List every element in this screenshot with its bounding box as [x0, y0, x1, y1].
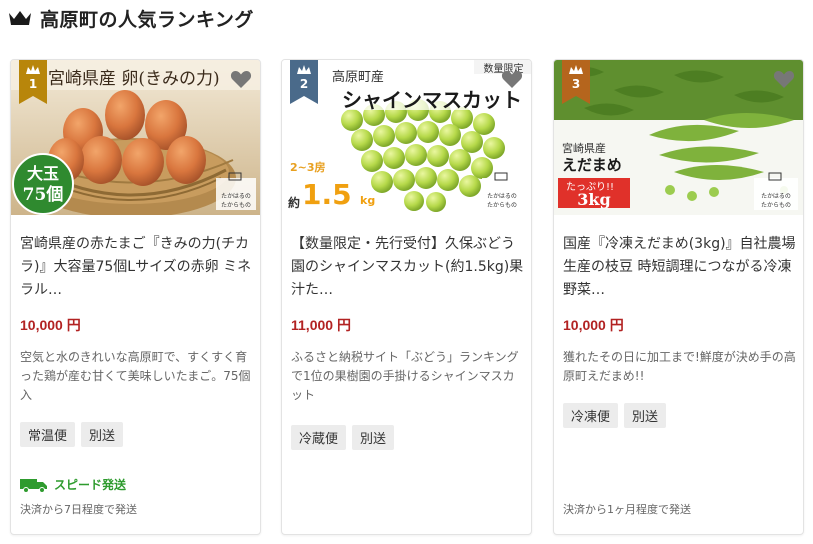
grapes-weight-prefix: 約: [288, 196, 301, 210]
eggs-banner-text: 州宮崎県産 卵(きみの力): [31, 69, 220, 89]
shipping-tags: 冷凍便 別送: [563, 403, 667, 428]
tag-temperature: 冷蔵便: [291, 425, 347, 450]
grapes-weight-range: 2~3房: [290, 161, 326, 174]
product-title[interactable]: 国産『冷凍えだまめ(3kg)』自社農場生産の枝豆 時短調理につながる冷凍野菜…: [563, 233, 798, 302]
favorite-heart-icon[interactable]: [230, 69, 252, 89]
grapes-name-text: シャインマスカット: [342, 88, 522, 112]
truck-icon: [20, 478, 47, 493]
product-description: ふるさと納税サイト「ぶどう」ランキングで1位の果樹園の手掛けるシャインマスカット: [291, 350, 519, 402]
rank-number: 3: [571, 77, 581, 91]
rank-badge-3: 3: [562, 60, 590, 104]
grapes-weight-unit: kg: [360, 194, 376, 207]
product-price: 11,000 円: [291, 317, 351, 333]
shipping-tags: 常温便 別送: [20, 422, 124, 447]
product-card-2[interactable]: 数量限定 高原町産 シャインマスカット 2~3房 約 1.5 kg たかはるの …: [281, 59, 532, 535]
product-card-3[interactable]: 宮崎県産 えだまめ たっぷり!! 3kg たかはるの たからもの 3 国産『冷凍…: [553, 59, 804, 535]
eggs-size-badge-line2: 75個: [22, 185, 64, 205]
edamame-logo-line1: たかはるの: [761, 193, 791, 200]
tag-separate: 別送: [624, 403, 667, 428]
grapes-origin-text: 高原町産: [332, 70, 385, 85]
rank-badge-2: 2: [290, 60, 318, 104]
grapes-logo-line2: たからもの: [486, 202, 517, 209]
tag-temperature: 常温便: [20, 422, 76, 447]
ranking-cards: 州宮崎県産 卵(きみの力) 大玉 75個 たかはるの たからもの 1 宮崎県産の…: [10, 59, 805, 535]
grapes-logo-line1: たかはるの: [487, 193, 517, 200]
eggs-logo-line2: たからもの: [220, 202, 251, 209]
edamame-logo-line2: たからもの: [760, 202, 791, 209]
edamame-name-text: えだまめ: [562, 156, 622, 174]
product-card-1[interactable]: 州宮崎県産 卵(きみの力) 大玉 75個 たかはるの たからもの 1 宮崎県産の…: [10, 59, 261, 535]
eggs-logo-line1: たかはるの: [221, 193, 251, 200]
rank-badge-1: 1: [19, 60, 47, 104]
crown-icon: [9, 11, 31, 25]
rank-number: 1: [28, 77, 38, 91]
shipping-tags: 冷蔵便 別送: [291, 425, 395, 450]
favorite-heart-icon[interactable]: [501, 69, 523, 89]
tag-separate: 別送: [81, 422, 124, 447]
product-image-edamame[interactable]: 宮崎県産 えだまめ たっぷり!! 3kg たかはるの たからもの: [554, 60, 803, 215]
product-title[interactable]: 【数量限定・先行受付】久保ぶどう園のシャインマスカット(約1.5kg)果汁た…: [291, 233, 526, 302]
product-price: 10,000 円: [20, 317, 81, 333]
speed-shipping-text: スピード発送: [54, 478, 127, 492]
product-description: 獲れたその日に加工まで!鮮度が決め手の高原町えだまめ!!: [563, 350, 796, 383]
shipping-timing: 決済から7日程度で発送: [20, 503, 137, 516]
ranking-title: 高原町の人気ランキング: [40, 8, 254, 31]
product-title[interactable]: 宮崎県産の赤たまご『きみの力(チカラ)』大容量75個Lサイズの赤卵 ミネラル…: [20, 233, 255, 302]
rank-number: 2: [299, 77, 309, 91]
grapes-weight-value: 1.5: [302, 178, 352, 211]
product-image-grapes[interactable]: 数量限定 高原町産 シャインマスカット 2~3房 約 1.5 kg たかはるの …: [282, 60, 531, 215]
product-image-eggs[interactable]: 州宮崎県産 卵(きみの力) 大玉 75個 たかはるの たからもの: [11, 60, 260, 215]
speed-shipping-label: スピード発送: [20, 476, 126, 493]
tag-temperature: 冷凍便: [563, 403, 619, 428]
tag-separate: 別送: [352, 425, 395, 450]
product-price: 10,000 円: [563, 317, 624, 333]
product-description: 空気と水のきれいな高原町で、すくすく育った鶏が産む甘くて美味しいたまご。75個入: [20, 350, 251, 402]
ranking-header: 高原町の人気ランキング: [8, 5, 254, 31]
edamame-weight: 3kg: [577, 190, 611, 209]
shipping-timing: 決済から1ヶ月程度で発送: [563, 503, 691, 516]
favorite-heart-icon[interactable]: [773, 69, 795, 89]
